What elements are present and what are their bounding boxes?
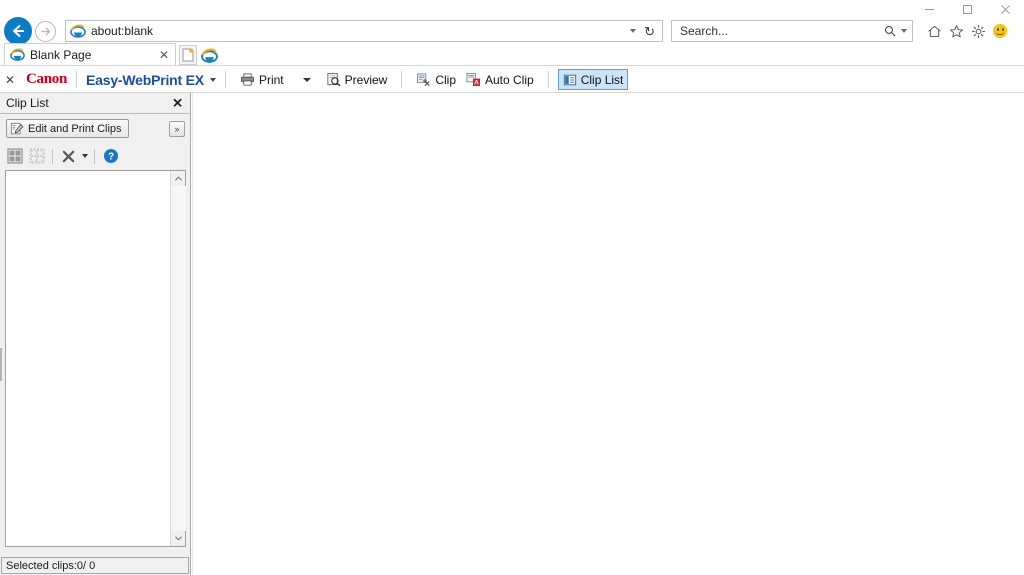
toolbar-button-print[interactable]: Print <box>235 69 289 91</box>
toolbar-button-preview[interactable]: Preview <box>321 69 393 91</box>
toolbar-separator <box>401 71 403 88</box>
toolbar-separator <box>76 71 78 88</box>
print-dropdown-caret-icon[interactable] <box>302 77 311 82</box>
clip-list-tools: ? <box>0 143 190 169</box>
tab-close-icon[interactable]: ✕ <box>159 49 169 61</box>
browser-navigation-bar: about:blank ↻ Search... <box>0 17 1024 45</box>
toolbar-label-print: Print <box>258 72 284 87</box>
window-left-edge-marker <box>0 348 2 381</box>
toolbar-label-clip-list: Clip List <box>580 72 624 87</box>
clip-list-panel: Clip List ✕ Edit and Print Clips » ? Sel… <box>0 93 191 575</box>
back-arrow-icon <box>13 25 24 37</box>
clip-list-panel-close-icon[interactable]: ✕ <box>172 97 183 110</box>
tab-bar: Blank Page ✕ <box>0 43 1024 66</box>
refresh-icon[interactable]: ↻ <box>640 25 659 38</box>
favorites-star-icon[interactable] <box>946 21 966 41</box>
toolbar-button-auto-clip[interactable]: A Auto Clip <box>461 69 539 91</box>
ie-icon <box>10 48 25 61</box>
forward-button[interactable] <box>35 20 56 42</box>
content-left-edge <box>192 93 193 575</box>
tools-gear-icon[interactable] <box>968 21 988 41</box>
forward-arrow-icon <box>41 27 51 35</box>
toolbar-button-clip[interactable]: Clip <box>411 69 461 91</box>
delete-clips-dropdown-caret-icon[interactable] <box>82 154 88 158</box>
search-icon[interactable] <box>884 25 896 37</box>
ie-icon <box>70 24 86 38</box>
tab-label: Blank Page <box>30 47 92 62</box>
easy-webprint-title: Easy-WebPrint EX <box>86 71 204 88</box>
search-input[interactable]: Search... <box>680 24 728 38</box>
clip-list-status-bar: Selected clips:0/ 0 <box>1 557 189 574</box>
scroll-down-icon[interactable] <box>171 531 186 546</box>
easy-webprint-menu-caret-icon[interactable] <box>209 77 216 82</box>
minimize-button[interactable] <box>910 0 948 18</box>
maximize-button[interactable] <box>948 0 986 18</box>
clip-icon <box>416 72 431 87</box>
toolbar-separator <box>547 71 549 88</box>
toolbar-label-clip: Clip <box>435 72 456 87</box>
address-bar[interactable]: about:blank ↻ <box>65 20 663 42</box>
ie-icon <box>200 47 218 63</box>
help-icon[interactable]: ? <box>101 147 120 166</box>
tools-separator <box>94 148 95 164</box>
new-ie-tab-button[interactable] <box>199 45 219 65</box>
toolbar-label-preview: Preview <box>344 72 388 87</box>
select-all-clips-icon[interactable] <box>5 147 24 166</box>
home-icon[interactable] <box>924 21 944 41</box>
clip-list-icon <box>563 73 577 87</box>
auto-clip-icon: A <box>466 72 481 87</box>
search-box[interactable]: Search... <box>671 20 913 42</box>
address-dropdown-icon[interactable] <box>630 29 637 33</box>
delete-clips-icon[interactable] <box>59 147 78 166</box>
edit-print-clips-icon <box>10 122 24 136</box>
browser-tool-icons <box>924 21 1010 41</box>
address-bar-actions: ↻ <box>630 21 659 41</box>
back-button[interactable] <box>4 17 32 45</box>
search-actions <box>884 21 907 41</box>
toolbar-label-auto-clip: Auto Clip <box>485 72 534 87</box>
toolbar-separator <box>224 71 226 88</box>
svg-text:?: ? <box>107 152 113 163</box>
preview-magnifier-icon <box>326 72 341 87</box>
scroll-up-icon[interactable] <box>171 171 186 186</box>
scrollbar-track[interactable] <box>170 186 186 531</box>
window-controls <box>910 0 1024 18</box>
clip-list-panel-actions: Edit and Print Clips » <box>0 114 190 143</box>
search-dropdown-icon[interactable] <box>901 29 907 33</box>
close-button[interactable] <box>986 0 1024 18</box>
tools-separator <box>52 148 53 164</box>
clip-list-scrollbar[interactable] <box>170 171 186 546</box>
selected-clips-status: Selected clips:0/ 0 <box>6 559 96 572</box>
clip-list-items[interactable] <box>6 171 170 546</box>
edit-and-print-clips-label: Edit and Print Clips <box>28 122 122 135</box>
printer-icon <box>240 72 255 87</box>
svg-text:A: A <box>474 80 479 87</box>
toolbar-button-clip-list[interactable]: Clip List <box>557 69 629 90</box>
clip-list-panel-header: Clip List ✕ <box>0 93 190 114</box>
tab-blank-page[interactable]: Blank Page ✕ <box>4 43 176 65</box>
easy-webprint-toolbar: ✕ Canon Easy-WebPrint EX Print Preview C… <box>0 67 1024 93</box>
toolbar-close-button[interactable]: ✕ <box>0 73 20 87</box>
clip-list-items-container[interactable] <box>5 170 186 547</box>
page-content-area <box>192 93 1024 575</box>
edit-and-print-clips-button[interactable]: Edit and Print Clips <box>6 119 129 138</box>
deselect-all-clips-icon[interactable] <box>27 147 46 166</box>
expand-panel-button[interactable]: » <box>169 120 185 137</box>
smiley-feedback-icon[interactable] <box>990 21 1010 41</box>
address-text: about:blank <box>91 24 154 38</box>
canon-logo: Canon <box>26 71 68 87</box>
new-tab-button[interactable] <box>179 45 197 65</box>
clip-list-panel-title: Clip List <box>6 96 49 110</box>
title-bar <box>0 0 1024 18</box>
new-tab-icon <box>182 48 194 62</box>
